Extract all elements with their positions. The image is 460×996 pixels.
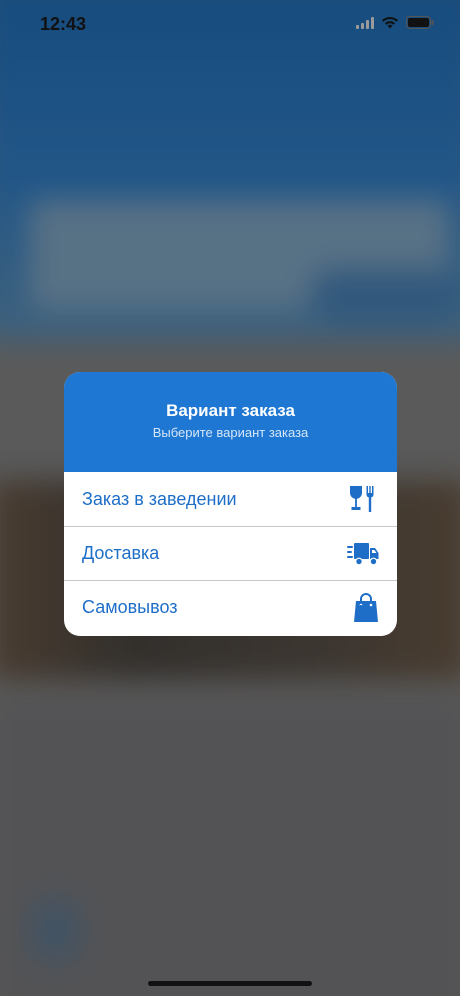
- dialog-title: Вариант заказа: [166, 401, 295, 420]
- option-label: Самовывоз: [82, 597, 178, 617]
- status-icons: [356, 16, 434, 29]
- delivery-truck-icon: [347, 542, 379, 566]
- status-time: 12:43: [40, 14, 87, 34]
- option-label: Заказ в заведении: [82, 488, 237, 509]
- battery-icon: [406, 16, 434, 29]
- shopping-bag-icon: [353, 592, 379, 623]
- option-label: Доставка: [82, 543, 160, 563]
- order-type-dialog: Вариант заказа Выберите вариант заказа З…: [64, 372, 397, 636]
- option-dine-in[interactable]: Заказ в заведении: [64, 472, 397, 526]
- dine-in-icon: [349, 485, 379, 513]
- option-pickup[interactable]: Самовывоз: [64, 580, 397, 634]
- status-bar: 12:43: [0, 0, 460, 50]
- cellular-signal-icon: [356, 16, 374, 29]
- dialog-subtitle: Выберите вариант заказа: [152, 425, 309, 440]
- screen: 12:43 Вариант заказа Выберите вариант за…: [0, 0, 460, 996]
- dialog-header: Вариант заказа Выберите вариант заказа: [64, 372, 397, 472]
- option-delivery[interactable]: Доставка: [64, 526, 397, 580]
- wifi-icon: [381, 16, 399, 29]
- home-indicator[interactable]: [148, 981, 312, 986]
